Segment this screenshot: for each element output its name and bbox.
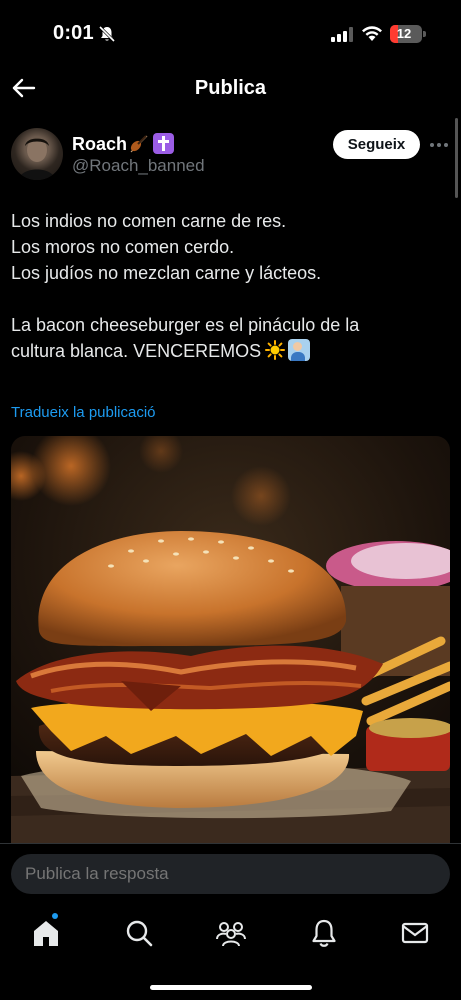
post-text: Los indios no comen carne de res. Los mo… xyxy=(11,208,451,364)
notifications-icon[interactable] xyxy=(308,917,340,949)
communities-icon[interactable] xyxy=(215,917,247,949)
post-text-line: Los judíos no mezclan carne y lácteos. xyxy=(11,263,322,283)
follow-button[interactable]: Segueix xyxy=(333,130,420,159)
search-icon[interactable] xyxy=(123,917,155,949)
bell-off-icon xyxy=(98,25,116,43)
violin-emoji-icon xyxy=(130,135,148,153)
signal-icon xyxy=(331,27,353,42)
latin-cross-emoji-icon xyxy=(153,133,174,154)
header: Publica xyxy=(0,66,461,112)
post-text-line: cultura blanca. VENCEREMOS xyxy=(11,341,262,361)
translate-post-link[interactable]: Tradueix la publicació xyxy=(11,404,156,421)
author-handle: @Roach_banned xyxy=(72,156,205,175)
home-indicator xyxy=(150,985,312,990)
more-horizontal-icon[interactable] xyxy=(430,138,452,152)
scrollbar[interactable] xyxy=(455,118,458,198)
battery-level: 12 xyxy=(396,26,412,41)
status-bar: 0:01 12 xyxy=(0,0,461,66)
bottom-nav xyxy=(0,903,461,1000)
sun-emoji-icon xyxy=(265,340,286,360)
post-image[interactable] xyxy=(11,436,450,846)
author-display-name[interactable]: Roach xyxy=(72,134,127,155)
post-text-line: Los indios no comen carne de res. xyxy=(11,211,287,231)
reply-input[interactable] xyxy=(11,854,450,894)
notification-dot xyxy=(52,913,58,919)
status-time: 0:01 xyxy=(53,22,94,44)
post-text-line: La bacon cheeseburger es el pináculo de … xyxy=(11,315,360,335)
home-icon[interactable] xyxy=(30,917,62,949)
author-name-emojis xyxy=(128,133,174,155)
wifi-icon xyxy=(362,26,382,41)
reply-bar xyxy=(0,843,461,903)
person-raising-hand-emoji-icon xyxy=(288,339,311,361)
page-title: Publica xyxy=(194,77,267,99)
post-text-line: Los moros no comen cerdo. xyxy=(11,237,235,257)
avatar[interactable] xyxy=(11,128,63,180)
messages-icon[interactable] xyxy=(399,917,431,949)
battery-icon: 12 xyxy=(390,25,426,43)
